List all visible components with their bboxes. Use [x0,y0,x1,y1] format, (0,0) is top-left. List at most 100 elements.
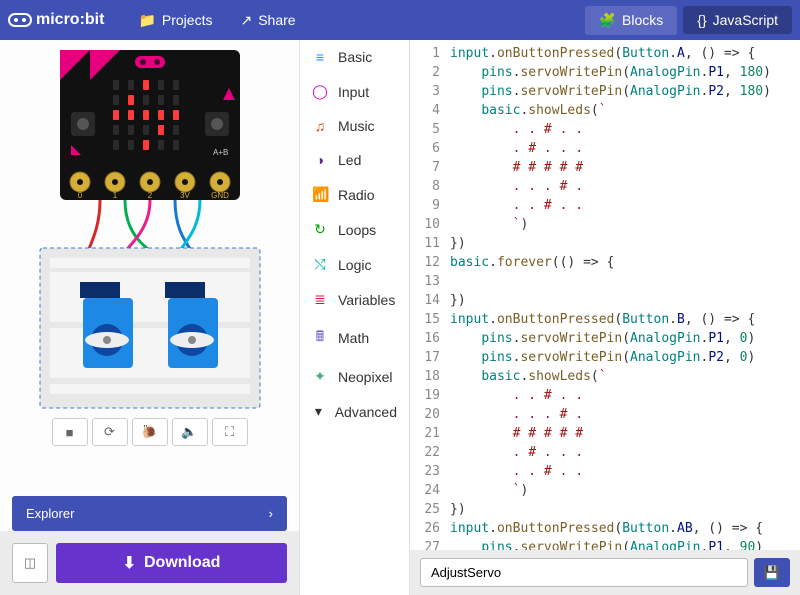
toolbox-label: Music [338,118,375,134]
simulator-svg[interactable]: A+B 0123VGND [35,50,265,410]
code-line[interactable]: 1input.onButtonPressed(Button.A, () => { [410,44,800,63]
simulator-panel: A+B 0123VGND [0,40,300,595]
code-line[interactable]: 6 . # . . . [410,139,800,158]
code-line[interactable]: 16 pins.servoWritePin(AnalogPin.P1, 0) [410,329,800,348]
code-line[interactable]: 18 basic.showLeds(` [410,367,800,386]
svg-text:2: 2 [147,191,152,200]
code-line[interactable]: 12basic.forever(() => { [410,253,800,272]
variables-icon: ≣ [312,291,328,308]
line-number: 20 [410,405,450,424]
sim-mute-button[interactable]: 🔈 [172,418,208,446]
code-line[interactable]: 10 `) [410,215,800,234]
line-number: 6 [410,139,450,158]
sim-stop-button[interactable]: ■ [52,418,88,446]
line-number: 3 [410,82,450,101]
code-line[interactable]: 20 . . . # . [410,405,800,424]
code-line[interactable]: 19 . . # . . [410,386,800,405]
brand-logo[interactable]: micro:bit [8,11,104,29]
line-number: 4 [410,101,450,120]
code-line[interactable]: 5 . . # . . [410,120,800,139]
code-line[interactable]: 21 # # # # # [410,424,800,443]
explorer-toggle[interactable]: Explorer › [12,496,287,531]
toolbox-item-math[interactable]: 🖩 Math [300,317,409,359]
toolbox-label: Radio [338,187,375,203]
line-number: 10 [410,215,450,234]
share-icon: ↗ [240,12,252,29]
logic-icon: ⤭ [312,256,328,273]
toolbox-item-neopixel[interactable]: ✦Neopixel [300,359,409,394]
line-number: 26 [410,519,450,538]
blocks-tab[interactable]: 🧩 Blocks [585,6,678,35]
music-icon: ♫ [312,118,328,134]
line-number: 15 [410,310,450,329]
line-number: 7 [410,158,450,177]
code-editor-panel: 1input.onButtonPressed(Button.A, () => {… [410,40,800,595]
code-line[interactable]: 11}) [410,234,800,253]
share-button[interactable]: ↗ Share [226,12,309,29]
line-number: 1 [410,44,450,63]
toolbox-label: Led [338,152,361,168]
toolbox-label: Math [338,330,369,346]
javascript-tab[interactable]: {} JavaScript [683,6,792,34]
toolbox-item-variables[interactable]: ≣Variables [300,282,409,317]
code-line[interactable]: 8 . . . # . [410,177,800,196]
toolbox-item-logic[interactable]: ⤭ Logic [300,247,409,282]
toolbox-item-music[interactable]: ♫ Music [300,109,409,143]
code-line[interactable]: 13 [410,272,800,291]
advanced-icon: ▾ [312,403,325,420]
projects-button[interactable]: 📁 Projects [124,12,226,29]
line-number: 11 [410,234,450,253]
code-line[interactable]: 7 # # # # # [410,158,800,177]
line-number: 21 [410,424,450,443]
radio-icon: 📶 [312,186,328,203]
line-number: 22 [410,443,450,462]
toolbox-label: Logic [338,257,371,273]
line-number: 23 [410,462,450,481]
code-line[interactable]: 2 pins.servoWritePin(AnalogPin.P1, 180) [410,63,800,82]
ab-button-label: A+B [213,148,228,157]
code-editor[interactable]: 1input.onButtonPressed(Button.A, () => {… [410,40,800,550]
input-icon: ◯ [312,83,328,100]
braces-icon: {} [697,12,706,28]
code-line[interactable]: 25}) [410,500,800,519]
sim-fullscreen-button[interactable]: ⛶ [212,418,248,446]
toolbox-item-led[interactable]: ◑ Led [300,143,409,177]
code-line[interactable]: 24 `) [410,481,800,500]
toolbox-item-radio[interactable]: 📶 Radio [300,177,409,212]
microbit-logo-icon [8,13,32,27]
led-icon: ◑ [312,152,328,168]
code-line[interactable]: 23 . . # . . [410,462,800,481]
code-line[interactable]: 4 basic.showLeds(` [410,101,800,120]
toolbox-item-input[interactable]: ◯Input [300,74,409,109]
code-line[interactable]: 14}) [410,291,800,310]
save-icon: 💾 [764,565,780,581]
toolbox-item-loops[interactable]: ↻Loops [300,212,409,247]
download-menu-button[interactable]: ◫ [12,543,48,583]
math-icon: 🖩 [312,326,328,350]
toolbox-item-advanced[interactable]: ▾Advanced [300,394,409,429]
toolbox-label: Basic [338,49,372,65]
code-line[interactable]: 26input.onButtonPressed(Button.AB, () =>… [410,519,800,538]
basic-icon: ≡ [312,49,328,65]
sim-restart-button[interactable]: ⟳ [92,418,128,446]
line-number: 2 [410,63,450,82]
sim-slow-button[interactable]: 🐌 [132,418,168,446]
line-number: 12 [410,253,450,272]
loops-icon: ↻ [312,221,328,238]
toolbox-item-basic[interactable]: ≡ Basic [300,40,409,74]
line-number: 13 [410,272,450,291]
code-line[interactable]: 22 . # . . . [410,443,800,462]
code-line[interactable]: 15input.onButtonPressed(Button.B, () => … [410,310,800,329]
line-number: 17 [410,348,450,367]
line-number: 16 [410,329,450,348]
toolbox-label: Neopixel [338,369,392,385]
download-button[interactable]: ⬇ Download [56,543,287,583]
save-project-button[interactable]: 💾 [754,558,790,587]
code-line[interactable]: 17 pins.servoWritePin(AnalogPin.P2, 0) [410,348,800,367]
project-name-input[interactable] [420,558,748,587]
code-line[interactable]: 27 pins.servoWritePin(AnalogPin.P1, 90) [410,538,800,550]
code-line[interactable]: 9 . . # . . [410,196,800,215]
folder-icon: 📁 [138,12,155,29]
code-line[interactable]: 3 pins.servoWritePin(AnalogPin.P2, 180) [410,82,800,101]
top-header: micro:bit 📁 Projects ↗ Share 🧩 Blocks {}… [0,0,800,40]
